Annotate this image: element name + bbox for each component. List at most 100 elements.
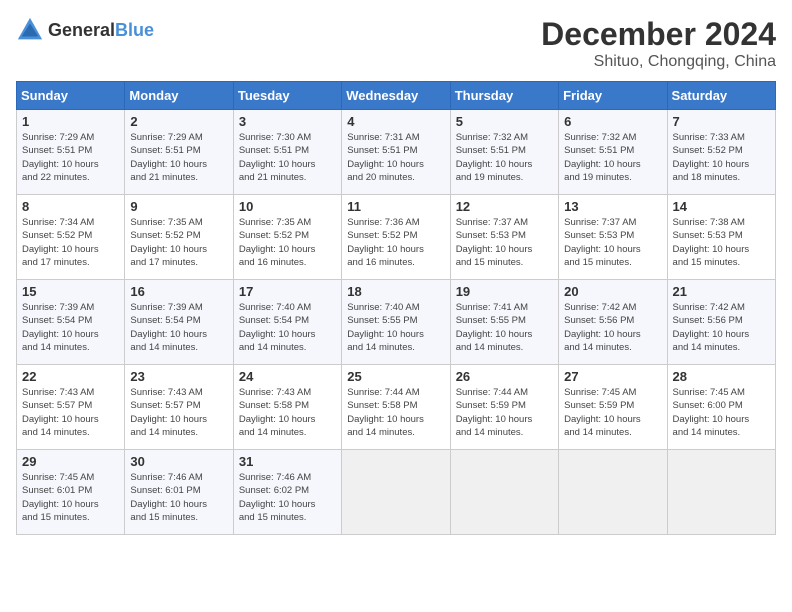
day-number: 16 bbox=[130, 284, 227, 299]
day-info: Sunrise: 7:39 AM Sunset: 5:54 PM Dayligh… bbox=[130, 301, 227, 354]
day-info: Sunrise: 7:45 AM Sunset: 6:00 PM Dayligh… bbox=[673, 386, 770, 439]
calendar-cell: 24Sunrise: 7:43 AM Sunset: 5:58 PM Dayli… bbox=[233, 365, 341, 450]
calendar-cell: 12 Sunrise: 7:37 AM Sunset: 5:53 PM Dayli… bbox=[450, 195, 558, 280]
title-area: December 2024 Shituo, Chongqing, China bbox=[541, 16, 776, 71]
logo-text: GeneralBlue bbox=[48, 20, 154, 41]
day-number: 22 bbox=[22, 369, 119, 384]
day-info: Sunrise: 7:40 AM Sunset: 5:54 PM Dayligh… bbox=[239, 301, 336, 354]
day-number: 15 bbox=[22, 284, 119, 299]
day-number: 7 bbox=[673, 114, 770, 129]
day-number: 18 bbox=[347, 284, 444, 299]
day-info: Sunrise: 7:37 AM Sunset: 5:53 PM Dayligh… bbox=[564, 216, 661, 269]
day-info: Sunrise: 7:32 AM Sunset: 5:51 PM Dayligh… bbox=[564, 131, 661, 184]
day-number: 20 bbox=[564, 284, 661, 299]
day-info: Sunrise: 7:31 AM Sunset: 5:51 PM Dayligh… bbox=[347, 131, 444, 184]
day-number: 12 bbox=[456, 199, 553, 214]
calendar-cell: 28 Sunrise: 7:45 AM Sunset: 6:00 PM Dayli… bbox=[667, 365, 775, 450]
day-of-week-header: Thursday bbox=[450, 82, 558, 110]
day-of-week-header: Friday bbox=[559, 82, 667, 110]
day-of-week-header: Sunday bbox=[17, 82, 125, 110]
month-title: December 2024 bbox=[541, 16, 776, 53]
day-info: Sunrise: 7:36 AM Sunset: 5:52 PM Dayligh… bbox=[347, 216, 444, 269]
calendar-cell bbox=[342, 450, 450, 535]
day-info: Sunrise: 7:43 AM Sunset: 5:57 PM Dayligh… bbox=[130, 386, 227, 439]
day-info: Sunrise: 7:29 AM Sunset: 5:51 PM Dayligh… bbox=[22, 131, 119, 184]
day-number: 11 bbox=[347, 199, 444, 214]
calendar-cell: 31Sunrise: 7:46 AM Sunset: 6:02 PM Dayli… bbox=[233, 450, 341, 535]
day-info: Sunrise: 7:42 AM Sunset: 5:56 PM Dayligh… bbox=[673, 301, 770, 354]
day-info: Sunrise: 7:44 AM Sunset: 5:59 PM Dayligh… bbox=[456, 386, 553, 439]
calendar-cell: 5Sunrise: 7:32 AM Sunset: 5:51 PM Daylig… bbox=[450, 110, 558, 195]
day-info: Sunrise: 7:35 AM Sunset: 5:52 PM Dayligh… bbox=[130, 216, 227, 269]
calendar-cell: 7 Sunrise: 7:33 AM Sunset: 5:52 PM Daylig… bbox=[667, 110, 775, 195]
calendar-week-row: 15 Sunrise: 7:39 AM Sunset: 5:54 PM Dayli… bbox=[17, 280, 776, 365]
day-number: 23 bbox=[130, 369, 227, 384]
calendar-header-row: SundayMondayTuesdayWednesdayThursdayFrid… bbox=[17, 82, 776, 110]
day-of-week-header: Tuesday bbox=[233, 82, 341, 110]
calendar-cell: 21 Sunrise: 7:42 AM Sunset: 5:56 PM Dayli… bbox=[667, 280, 775, 365]
day-number: 10 bbox=[239, 199, 336, 214]
calendar-cell: 14 Sunrise: 7:38 AM Sunset: 5:53 PM Dayli… bbox=[667, 195, 775, 280]
day-number: 30 bbox=[130, 454, 227, 469]
day-info: Sunrise: 7:30 AM Sunset: 5:51 PM Dayligh… bbox=[239, 131, 336, 184]
calendar-cell: 1 Sunrise: 7:29 AM Sunset: 5:51 PM Daylig… bbox=[17, 110, 125, 195]
day-info: Sunrise: 7:34 AM Sunset: 5:52 PM Dayligh… bbox=[22, 216, 119, 269]
day-number: 28 bbox=[673, 369, 770, 384]
day-number: 1 bbox=[22, 114, 119, 129]
day-of-week-header: Saturday bbox=[667, 82, 775, 110]
day-info: Sunrise: 7:45 AM Sunset: 6:01 PM Dayligh… bbox=[22, 471, 119, 524]
calendar-cell: 3 Sunrise: 7:30 AM Sunset: 5:51 PM Daylig… bbox=[233, 110, 341, 195]
day-number: 25 bbox=[347, 369, 444, 384]
day-number: 5 bbox=[456, 114, 553, 129]
day-number: 27 bbox=[564, 369, 661, 384]
calendar-cell: 17 Sunrise: 7:40 AM Sunset: 5:54 PM Dayli… bbox=[233, 280, 341, 365]
day-info: Sunrise: 7:39 AM Sunset: 5:54 PM Dayligh… bbox=[22, 301, 119, 354]
day-info: Sunrise: 7:41 AM Sunset: 5:55 PM Dayligh… bbox=[456, 301, 553, 354]
day-info: Sunrise: 7:29 AM Sunset: 5:51 PM Dayligh… bbox=[130, 131, 227, 184]
day-number: 17 bbox=[239, 284, 336, 299]
calendar-cell bbox=[559, 450, 667, 535]
logo-icon bbox=[16, 16, 44, 44]
day-number: 3 bbox=[239, 114, 336, 129]
calendar-cell: 9Sunrise: 7:35 AM Sunset: 5:52 PM Daylig… bbox=[125, 195, 233, 280]
day-number: 2 bbox=[130, 114, 227, 129]
logo: GeneralBlue bbox=[16, 16, 154, 44]
day-info: Sunrise: 7:40 AM Sunset: 5:55 PM Dayligh… bbox=[347, 301, 444, 354]
day-info: Sunrise: 7:35 AM Sunset: 5:52 PM Dayligh… bbox=[239, 216, 336, 269]
day-number: 21 bbox=[673, 284, 770, 299]
day-number: 13 bbox=[564, 199, 661, 214]
day-info: Sunrise: 7:38 AM Sunset: 5:53 PM Dayligh… bbox=[673, 216, 770, 269]
location-title: Shituo, Chongqing, China bbox=[541, 53, 776, 71]
day-number: 14 bbox=[673, 199, 770, 214]
day-info: Sunrise: 7:46 AM Sunset: 6:01 PM Dayligh… bbox=[130, 471, 227, 524]
day-info: Sunrise: 7:42 AM Sunset: 5:56 PM Dayligh… bbox=[564, 301, 661, 354]
day-info: Sunrise: 7:43 AM Sunset: 5:57 PM Dayligh… bbox=[22, 386, 119, 439]
calendar-cell bbox=[450, 450, 558, 535]
calendar-cell: 25 Sunrise: 7:44 AM Sunset: 5:58 PM Dayli… bbox=[342, 365, 450, 450]
calendar-cell: 18 Sunrise: 7:40 AM Sunset: 5:55 PM Dayli… bbox=[342, 280, 450, 365]
calendar-cell: 2 Sunrise: 7:29 AM Sunset: 5:51 PM Daylig… bbox=[125, 110, 233, 195]
calendar-cell: 30 Sunrise: 7:46 AM Sunset: 6:01 PM Dayli… bbox=[125, 450, 233, 535]
calendar-cell: 27Sunrise: 7:45 AM Sunset: 5:59 PM Dayli… bbox=[559, 365, 667, 450]
calendar-cell: 19 Sunrise: 7:41 AM Sunset: 5:55 PM Dayli… bbox=[450, 280, 558, 365]
calendar-cell: 16 Sunrise: 7:39 AM Sunset: 5:54 PM Dayli… bbox=[125, 280, 233, 365]
day-number: 19 bbox=[456, 284, 553, 299]
day-info: Sunrise: 7:37 AM Sunset: 5:53 PM Dayligh… bbox=[456, 216, 553, 269]
day-info: Sunrise: 7:33 AM Sunset: 5:52 PM Dayligh… bbox=[673, 131, 770, 184]
calendar-week-row: 8Sunrise: 7:34 AM Sunset: 5:52 PM Daylig… bbox=[17, 195, 776, 280]
day-number: 6 bbox=[564, 114, 661, 129]
calendar-cell: 22 Sunrise: 7:43 AM Sunset: 5:57 PM Dayli… bbox=[17, 365, 125, 450]
day-number: 24 bbox=[239, 369, 336, 384]
calendar-cell: 8Sunrise: 7:34 AM Sunset: 5:52 PM Daylig… bbox=[17, 195, 125, 280]
day-info: Sunrise: 7:44 AM Sunset: 5:58 PM Dayligh… bbox=[347, 386, 444, 439]
calendar-cell: 4Sunrise: 7:31 AM Sunset: 5:51 PM Daylig… bbox=[342, 110, 450, 195]
calendar-week-row: 22 Sunrise: 7:43 AM Sunset: 5:57 PM Dayli… bbox=[17, 365, 776, 450]
calendar-cell: 13 Sunrise: 7:37 AM Sunset: 5:53 PM Dayli… bbox=[559, 195, 667, 280]
day-number: 26 bbox=[456, 369, 553, 384]
calendar-cell: 6 Sunrise: 7:32 AM Sunset: 5:51 PM Daylig… bbox=[559, 110, 667, 195]
day-of-week-header: Monday bbox=[125, 82, 233, 110]
calendar-week-row: 29 Sunrise: 7:45 AM Sunset: 6:01 PM Dayli… bbox=[17, 450, 776, 535]
day-number: 31 bbox=[239, 454, 336, 469]
day-number: 29 bbox=[22, 454, 119, 469]
calendar-table: SundayMondayTuesdayWednesdayThursdayFrid… bbox=[16, 81, 776, 535]
